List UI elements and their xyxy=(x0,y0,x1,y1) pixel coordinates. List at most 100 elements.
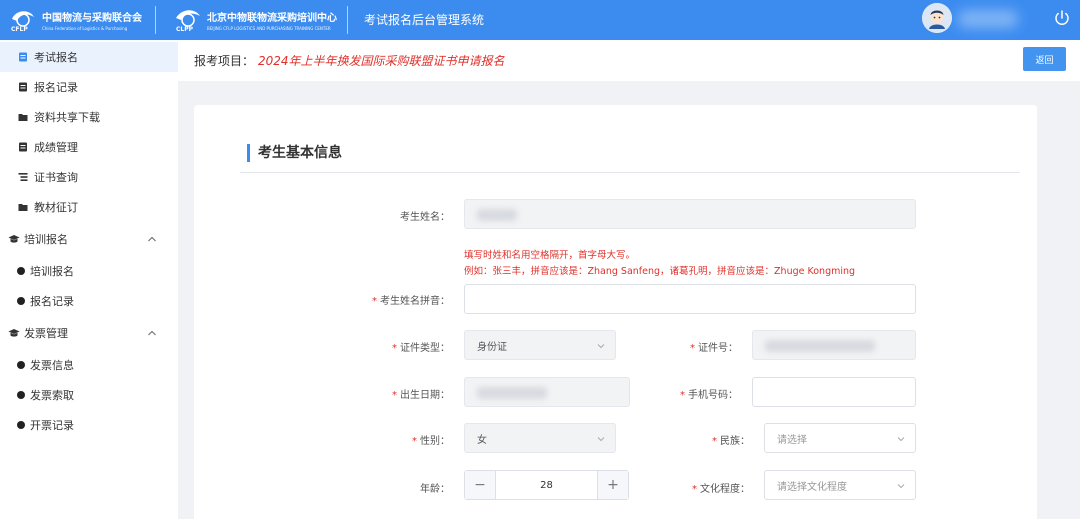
system-title: 考试报名后台管理系统 xyxy=(364,13,485,27)
sidebar-item-label: 培训报名 xyxy=(30,265,74,278)
sidebar-group-label: 培训报名 xyxy=(24,233,68,246)
sidebar-item-downloads[interactable]: 资料共享下载 xyxy=(0,102,178,132)
section-title: 考生基本信息 xyxy=(247,144,342,162)
education-placeholder: 请选择文化程度 xyxy=(777,481,847,493)
graduation-cap-icon xyxy=(8,329,20,337)
id-type-label-text: 证件类型： xyxy=(400,343,450,354)
sidebar-item-label: 开票记录 xyxy=(30,419,74,432)
document-icon xyxy=(19,142,27,152)
sidebar-group-invoice[interactable]: 发票管理 xyxy=(0,318,178,348)
phone-input[interactable] xyxy=(752,377,916,407)
top-header: CFLP 中国物流与采购联合会 China Federation of Logi… xyxy=(0,0,1080,40)
education-select[interactable]: 请选择文化程度 xyxy=(764,470,916,500)
avatar[interactable] xyxy=(922,3,952,33)
sidebar-item-textbook-order[interactable]: 教材征订 xyxy=(0,192,178,222)
blurred-value xyxy=(477,209,517,221)
clpp-name-cn: 北京中物联物流采购培训中心 xyxy=(207,13,337,24)
gender-label: * 性别： xyxy=(412,436,450,447)
id-number-label-text: 证件号： xyxy=(698,343,738,354)
clpp-logo-mark-icon: CLPP xyxy=(173,5,203,35)
header-divider xyxy=(155,6,156,34)
list-icon xyxy=(18,173,28,181)
sidebar-item-scores[interactable]: 成绩管理 xyxy=(0,132,178,162)
sidebar-item-exam-registration[interactable]: 考试报名 xyxy=(0,42,178,72)
sidebar-item-registration-records[interactable]: 报名记录 xyxy=(0,72,178,102)
bullet-icon xyxy=(17,421,25,429)
sidebar-group-training[interactable]: 培训报名 xyxy=(0,224,178,254)
id-type-value: 身份证 xyxy=(477,341,507,353)
power-icon[interactable] xyxy=(1053,9,1071,27)
sidebar-item-invoice-records[interactable]: 开票记录 xyxy=(0,410,178,440)
cflp-mark-text: CFLP xyxy=(11,26,28,33)
pinyin-hint-line1: 填写时姓和名用空格隔开，首字母大写。 xyxy=(464,250,636,261)
folder-icon xyxy=(18,114,28,121)
id-type-label: * 证件类型： xyxy=(392,343,450,354)
project-name: 2024年上半年换发国际采购联盟证书申请报名 xyxy=(258,54,505,68)
gender-label-text: 性别： xyxy=(420,436,450,447)
age-value[interactable]: 28 xyxy=(496,471,597,499)
ethnic-label: * 民族： xyxy=(712,436,750,447)
birth-date-field xyxy=(464,377,630,407)
id-type-select: 身份证 xyxy=(464,330,616,360)
sidebar-group-label: 发票管理 xyxy=(24,327,68,340)
sidebar-item-label: 资料共享下载 xyxy=(34,111,100,124)
sidebar-item-label: 考试报名 xyxy=(34,51,78,64)
chevron-down-icon xyxy=(597,437,605,442)
age-label: 年龄： xyxy=(420,484,450,495)
pinyin-label: * 考生姓名拼音： xyxy=(372,296,450,307)
header-divider xyxy=(347,6,348,34)
chevron-down-icon xyxy=(897,484,905,489)
sidebar: 考试报名 报名记录 资料共享下载 成绩管理 证书查询 教材征订 培训报名 培训报… xyxy=(0,40,178,519)
blurred-value xyxy=(477,387,547,399)
document-icon xyxy=(19,52,27,62)
sidebar-item-label: 证书查询 xyxy=(34,171,78,184)
bullet-icon xyxy=(17,267,25,275)
birth-date-label: * 出生日期： xyxy=(392,390,450,401)
ethnic-select[interactable]: 请选择 xyxy=(764,423,916,453)
project-bar: 报考项目： 2024年上半年换发国际采购联盟证书申请报名 返回 xyxy=(178,40,1080,81)
gender-select: 女 xyxy=(464,423,616,453)
sidebar-item-training-records[interactable]: 报名记录 xyxy=(0,286,178,316)
name-field xyxy=(464,199,916,229)
user-name-blurred xyxy=(958,10,1018,28)
sidebar-item-invoice-request[interactable]: 发票索取 xyxy=(0,380,178,410)
pinyin-label-text: 考生姓名拼音： xyxy=(380,296,450,307)
sidebar-item-label: 发票信息 xyxy=(30,359,74,372)
education-label-text: 文化程度： xyxy=(700,484,750,495)
folder-icon xyxy=(18,204,28,211)
decrement-button[interactable]: − xyxy=(465,471,496,499)
section-divider xyxy=(240,172,1020,173)
project-label: 报考项目： xyxy=(194,54,255,68)
chevron-up-icon xyxy=(148,330,156,336)
pinyin-input[interactable] xyxy=(464,284,916,314)
sidebar-item-label: 成绩管理 xyxy=(34,141,78,154)
graduation-cap-icon xyxy=(8,235,20,243)
cflp-logo-mark-icon: CFLP xyxy=(8,5,38,35)
cflp-name-cn: 中国物流与采购联合会 xyxy=(42,13,142,24)
birth-date-label-text: 出生日期： xyxy=(400,390,450,401)
gender-value: 女 xyxy=(477,434,487,446)
phone-label: * 手机号码： xyxy=(680,390,738,401)
sidebar-item-training-registration[interactable]: 培训报名 xyxy=(0,256,178,286)
id-number-field xyxy=(752,330,916,360)
bullet-icon xyxy=(17,391,25,399)
back-button[interactable]: 返回 xyxy=(1023,47,1066,71)
education-label: * 文化程度： xyxy=(692,484,750,495)
chevron-down-icon xyxy=(597,344,605,349)
sidebar-item-label: 教材征订 xyxy=(34,201,78,214)
sidebar-item-certificate-query[interactable]: 证书查询 xyxy=(0,162,178,192)
clpp-logo: CLPP 北京中物联物流采购培训中心 BEIJING CFLP LOGISTIC… xyxy=(173,5,338,35)
pinyin-hint-line2: 例如：张三丰，拼音应该是：Zhang Sanfeng，诸葛孔明，拼音应该是：Zh… xyxy=(464,266,856,277)
increment-button[interactable]: + xyxy=(597,471,628,499)
bullet-icon xyxy=(17,297,25,305)
bullet-icon xyxy=(17,361,25,369)
clpp-mark-text: CLPP xyxy=(176,26,194,33)
ethnic-label-text: 民族： xyxy=(720,436,750,447)
sidebar-item-invoice-info[interactable]: 发票信息 xyxy=(0,350,178,380)
sidebar-item-label: 报名记录 xyxy=(34,81,78,94)
cflp-logo: CFLP 中国物流与采购联合会 China Federation of Logi… xyxy=(8,5,153,35)
name-label: 考生姓名： xyxy=(400,212,450,223)
chevron-up-icon xyxy=(148,236,156,242)
age-stepper: − 28 + xyxy=(464,470,629,500)
id-number-label: * 证件号： xyxy=(690,343,738,354)
